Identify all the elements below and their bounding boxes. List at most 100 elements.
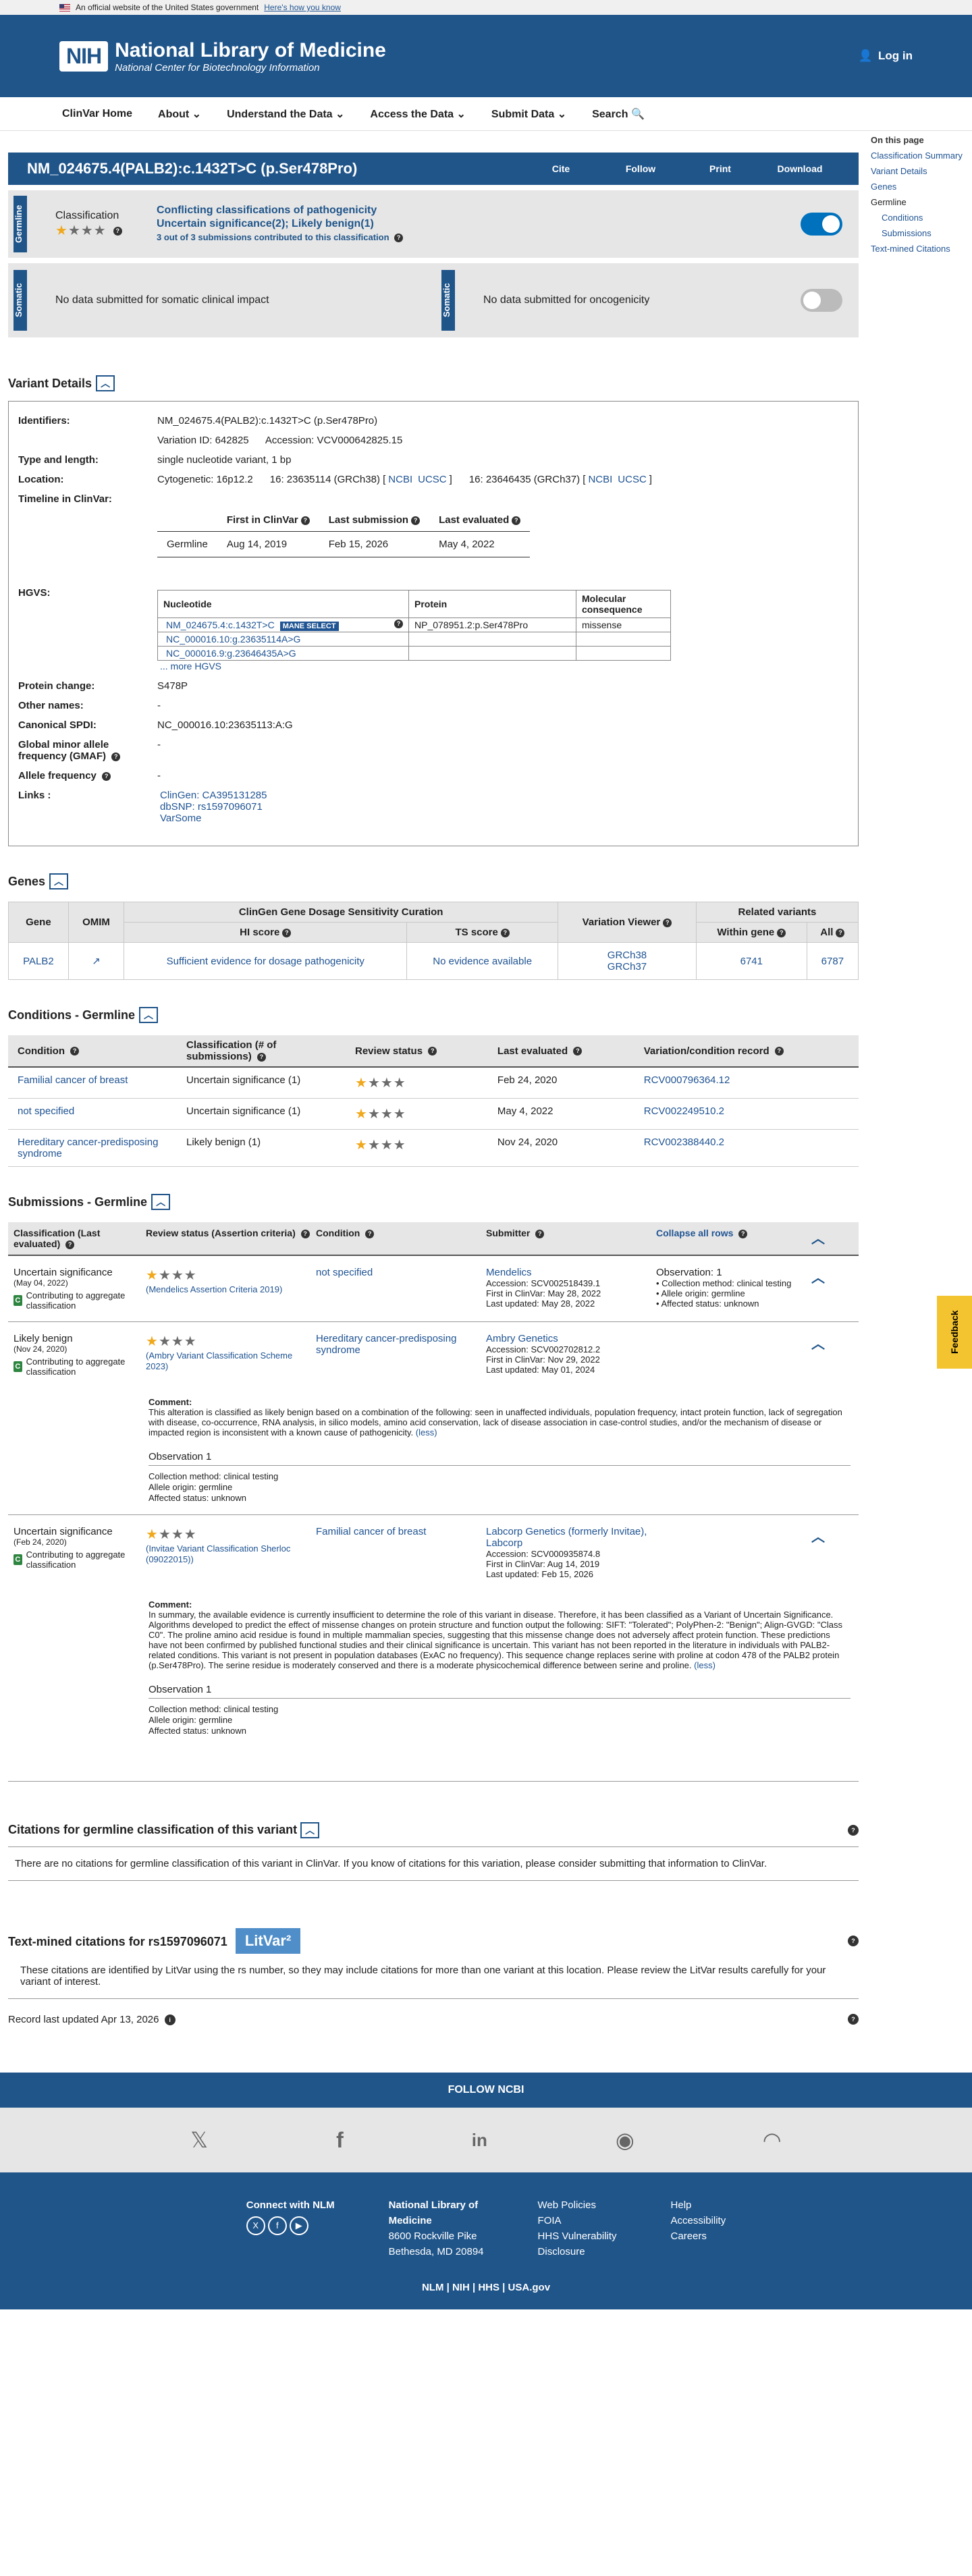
ts-score-link[interactable]: No evidence available [433,956,532,967]
login-label: Log in [878,49,913,62]
youtube-icon[interactable]: ▶ [289,2216,308,2236]
somatic-tab-left: Somatic [14,270,27,331]
cite-button[interactable]: Cite [521,163,601,174]
germline-toggle[interactable] [801,213,842,236]
citations-text: There are no citations for germline clas… [8,1846,859,1881]
conditions-table: Condition ? Classification (# of submissi… [8,1035,859,1167]
right-toc: On this page Classification Summary Vari… [871,135,963,254]
help-icon: ? [113,226,123,236]
identifiers-key: Identifiers: [18,415,70,427]
submissions-heading: Submissions - Germline ︿ [8,1194,859,1210]
ncbi-link[interactable]: NCBI [388,474,412,485]
print-button[interactable]: Print [680,163,760,174]
footer: Connect with NLM Xf ▶ National Library of M… [0,2172,972,2282]
login-button[interactable]: 👤 Log in [859,49,913,63]
somatic-tab-right: Somatic [441,270,455,331]
submission-row: Likely benign (Nov 24, 2020) C Contributing… [8,1322,859,1515]
nav-access[interactable]: Access the Data ⌄ [370,107,465,121]
hgvs-link[interactable]: NC_000016.9:g.23646435A>G [166,648,296,659]
type-key: Type and length: [18,454,99,466]
timeline-key: Timeline in ClinVar: [18,493,112,505]
classification-summary: Germline Classification ★★★★ ? Conflicti… [8,190,859,258]
collapse-chevron-icon[interactable]: ︿ [811,1228,825,1249]
type-value: single nucleotide variant, 1 bp [157,454,292,466]
ncbi-link-37[interactable]: NCBI [588,474,612,485]
gov-banner-text: An official website of the United States… [76,3,259,12]
varsome-link[interactable]: VarSome [160,813,201,824]
facebook-icon[interactable]: f [267,2216,287,2236]
variation-ids: Variation ID: 642825 Accession: VCV00064… [157,435,403,446]
variant-details-box: Identifiers: NM_024675.4(PALB2):c.1432T>C… [8,401,859,846]
somatic-impact-text: No data submitted for somatic clinical i… [55,294,269,306]
more-hgvs-link[interactable]: ... more HGVS [160,661,221,672]
variant-details-heading: Variant Details ︿ [8,375,859,391]
hi-score-link[interactable]: Sufficient evidence for dosage pathogeni… [167,956,364,967]
gov-banner: An official website of the United States… [0,0,972,15]
x-icon[interactable]: 𝕏 [190,2127,208,2153]
nav-understand[interactable]: Understand the Data ⌄ [227,107,344,121]
footer-bottom-links[interactable]: NLM | NIH | HHS | USA.gov [0,2282,972,2310]
dbsnp-link[interactable]: dbSNP: rs1597096071 [160,801,263,813]
classification-line3: 3 out of 3 submissions contributed to th… [157,231,404,244]
classification-label: Classification [55,209,119,221]
search-icon: 🔍 [630,108,645,120]
main-content: NM_024675.4(PALB2):c.1432T>C (p.Ser478Pr… [8,131,859,2026]
classification-line2: Uncertain significance(2); Likely benign… [157,218,374,229]
somatic-toggle[interactable] [801,289,842,312]
external-link-icon[interactable]: ↗ [92,956,101,967]
nav-about[interactable]: About ⌄ [158,107,201,121]
hgvs-link[interactable]: NC_000016.10:g.23635114A>G [166,634,300,645]
citations-heading: Citations for germline classification of… [8,1822,859,1838]
clingen-link[interactable]: ClinGen: CA395131285 [160,790,267,801]
social-links: 𝕏 f in ◉ ◠ [0,2108,972,2173]
page-title: NM_024675.4(PALB2):c.1432T>C (p.Ser478Pr… [27,160,358,177]
mane-badge: MANE SELECT [279,622,339,631]
header-subtitle: National Center for Biotechnology Inform… [115,61,320,74]
hgvs-link[interactable]: NM_024675.4:c.1432T>C [166,620,275,630]
review-stars: ★★★★ ? [55,222,130,239]
collapse-icon[interactable]: ︿ [96,375,115,391]
nav-submit[interactable]: Submit Data ⌄ [491,107,566,121]
download-button[interactable]: Download [760,163,840,174]
follow-button[interactable]: Follow [601,163,680,174]
header-title: National Library of Medicine [115,38,386,61]
github-icon[interactable]: ◉ [616,2127,634,2153]
classification-line1: Conflicting classifications of pathogeni… [157,204,377,216]
genes-table: Gene OMIM ClinGen Gene Dosage Sensitivity … [8,902,859,980]
textmined-text: These citations are identified by LitVar… [8,1954,859,1999]
litvar-logo[interactable]: LitVar² [235,1928,301,1954]
follow-ncbi: FOLLOW NCBI [0,2073,972,2108]
record-updated: Record last updated Apr 13, 2026 i? [8,2014,859,2026]
nih-logo[interactable]: NIH National Library of Medicine Nationa… [59,39,386,74]
submission-row: Uncertain significance (Feb 24, 2020) C Con… [8,1515,859,1747]
oncogenicity-text: No data submitted for oncogenicity [483,294,650,306]
ucsc-link-37[interactable]: UCSC [618,474,647,485]
nih-badge: NIH [59,40,109,72]
ucsc-link[interactable]: UCSC [418,474,447,485]
rss-icon[interactable]: ◠ [763,2127,782,2153]
hgvs-key: HGVS: [18,587,51,599]
heres-how-link[interactable]: Here's how you know [264,3,341,12]
linkedin-icon[interactable]: in [472,2130,487,2151]
main-nav: ClinVar Home About ⌄ Understand the Data… [0,97,972,131]
timeline-table: First in ClinVar? Last submission? Last ev… [157,509,531,557]
nav-clinvar-home[interactable]: ClinVar Home [62,108,132,120]
facebook-icon[interactable]: f [336,2128,344,2153]
title-bar: NM_024675.4(PALB2):c.1432T>C (p.Ser478Pr… [8,153,859,185]
textmined-heading: Text-mined citations for rs1597096071 Lit… [8,1928,859,1954]
nav-search[interactable]: Search 🔍 [592,107,645,121]
us-flag-icon [59,3,70,11]
germline-tab: Germline [14,196,27,252]
genes-heading: Genes ︿ [8,873,859,889]
feedback-button[interactable]: Feedback [937,1296,972,1369]
submissions-header: Classification (Last evaluated) ? Review… [8,1222,859,1256]
conditions-heading: Conditions - Germline ︿ [8,1007,859,1023]
user-icon: 👤 [858,49,873,62]
gene-link[interactable]: PALB2 [23,956,54,967]
somatic-panel: Somatic No data submitted for somatic cl… [8,263,859,337]
location-key: Location: [18,474,64,485]
submission-row: Uncertain significance (May 04, 2022) C Con… [8,1256,859,1322]
x-icon[interactable]: X [246,2216,265,2236]
identifiers-value: NM_024675.4(PALB2):c.1432T>C (p.Ser478Pr… [157,415,378,427]
hgvs-table: Nucleotide Protein Molecular consequence N… [157,590,671,661]
